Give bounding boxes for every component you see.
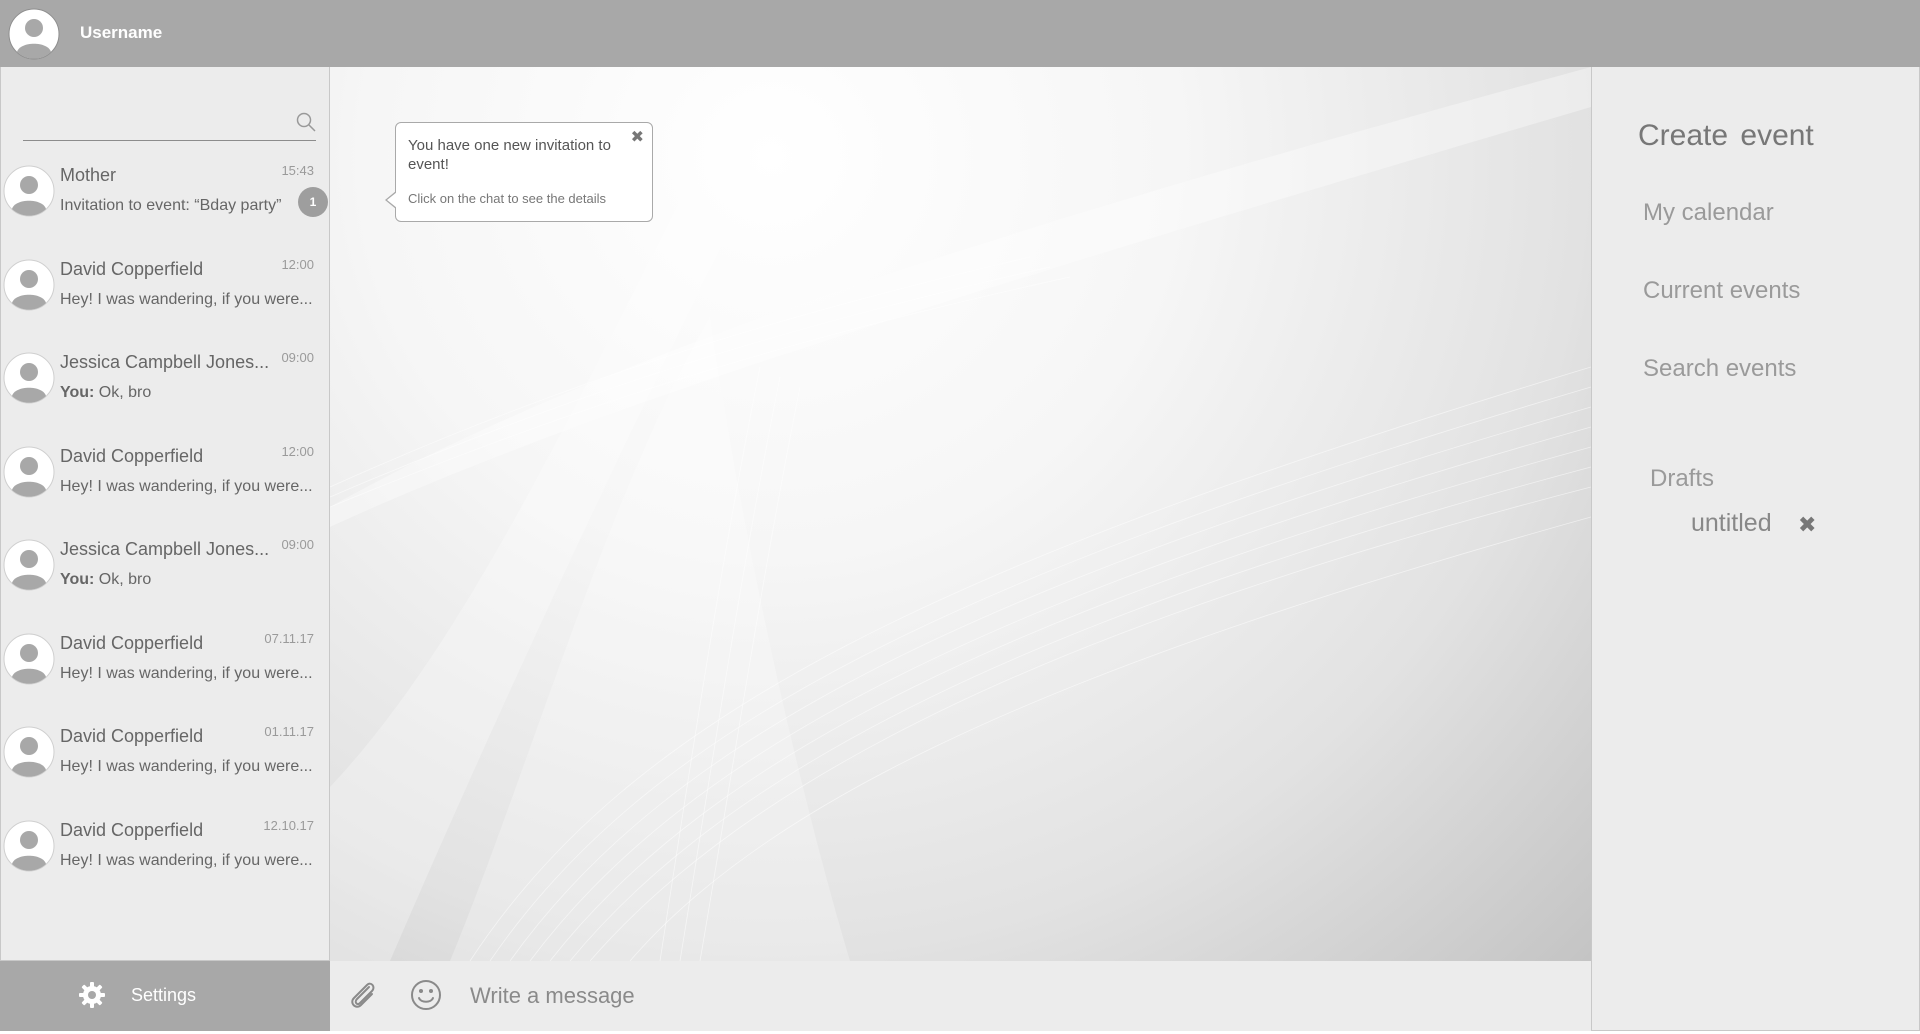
chat-preview-text: Hey! I was wandering, if you were... [60, 290, 313, 308]
my-calendar-link[interactable]: My calendar [1643, 199, 1774, 227]
chat-list: Mother 15:43 Invitation to event: “Bday pa… [1, 157, 329, 905]
chat-preview: You: Ok, bro [60, 571, 151, 589]
create-event-button[interactable]: Create event [1638, 119, 1814, 153]
search-events-link[interactable]: Search events [1643, 355, 1796, 383]
unread-badge: 1 [298, 187, 328, 217]
chat-contact-name: David Copperfield [60, 819, 204, 840]
chat-contact-name: David Copperfield [60, 258, 204, 279]
chat-preview-text: Hey! I was wandering, if you were... [60, 758, 313, 775]
chat-preview-prefix: You: [60, 384, 95, 401]
chat-preview-text: Hey! I was wandering, if you were... [60, 851, 313, 869]
chat-preview: Hey! I was wandering, if you were... [60, 665, 313, 683]
search-field[interactable] [23, 103, 316, 141]
paperclip-icon[interactable] [347, 978, 379, 1012]
tooltip-tail-fill [387, 192, 397, 208]
search-icon[interactable] [295, 111, 317, 133]
settings-button[interactable]: Settings [0, 961, 330, 1031]
contact-avatar [3, 446, 55, 497]
user-avatar[interactable] [8, 8, 60, 60]
contact-avatar [3, 165, 55, 217]
drafts-heading: Drafts [1650, 465, 1715, 492]
chat-preview: Invitation to event: “Bday party” [60, 197, 281, 215]
chat-list-item[interactable]: David Copperfield 12.10.17 Hey! I was wand… [1, 812, 329, 906]
chat-time: 12:00 [281, 443, 314, 459]
chat-list-item[interactable]: Jessica Campbell Jones... 09:00 You: Ok, b… [1, 344, 329, 438]
chat-preview-text: Hey! I was wandering, if you were... [60, 477, 313, 495]
chat-list-item[interactable]: David Copperfield 01.11.17 Hey! I was wand… [1, 718, 329, 812]
chat-time: 12.10.17 [263, 817, 314, 833]
chat-preview-text: Ok, bro [94, 571, 152, 588]
contact-avatar [3, 726, 55, 778]
chat-sidebar: Mother 15:43 Invitation to event: “Bday pa… [0, 67, 330, 961]
events-panel: Create event My calendar Current events … [1591, 67, 1920, 1031]
chat-preview-text: Hey! I was wandering, if you were... [60, 664, 313, 682]
chat-time: 09:00 [281, 537, 314, 552]
chat-time: 12:00 [281, 256, 314, 272]
chat-preview: Hey! I was wandering, if you were... [60, 758, 313, 776]
smiley-icon[interactable] [410, 979, 442, 1011]
chat-time: 09:00 [281, 350, 314, 365]
chat-contact-name: David Copperfield [60, 445, 204, 466]
chat-preview: Hey! I was wandering, if you were... [60, 291, 313, 309]
chat-preview-text: Ok, bro [94, 384, 152, 401]
chat-time: 15:43 [281, 163, 314, 178]
chat-preview-prefix: You: [60, 571, 95, 588]
contact-avatar [3, 820, 55, 871]
chat-preview: You: Ok, bro [60, 384, 151, 402]
chat-time: 07.11.17 [264, 630, 314, 646]
close-icon[interactable]: ✖ [631, 127, 644, 147]
chat-time: 01.11.17 [264, 724, 314, 739]
chat-list-item[interactable]: David Copperfield 12:00 Hey! I was wanderi… [1, 251, 329, 345]
chat-contact-name: David Copperfield [60, 632, 204, 653]
contact-avatar [3, 352, 55, 404]
username[interactable]: Username [80, 23, 162, 43]
current-events-link[interactable]: Current events [1643, 277, 1800, 305]
chat-area: You have one new invitation to event! Cl… [330, 67, 1591, 961]
chat-list-item[interactable]: David Copperfield 12:00 Hey! I was wanderi… [1, 438, 329, 532]
notification-hint: Click on the chat to see the details [408, 191, 607, 206]
settings-label: Settings [131, 985, 197, 1005]
chat-list-item[interactable]: Jessica Campbell Jones... 09:00 You: Ok, b… [1, 531, 329, 625]
chat-preview: Hey! I was wandering, if you were... [60, 852, 313, 870]
chat-list-item[interactable]: David Copperfield 07.11.17 Hey! I was wand… [1, 625, 329, 719]
top-bar: Username [0, 0, 1920, 67]
gear-icon [79, 982, 105, 1008]
chat-contact-name: Jessica Campbell Jones... [60, 352, 270, 372]
contact-avatar [3, 259, 55, 310]
chat-contact-name: Jessica Campbell Jones... [60, 539, 270, 559]
delete-draft-icon[interactable]: ✖ [1798, 512, 1816, 538]
message-input[interactable] [470, 979, 1370, 1013]
draft-item[interactable]: untitled [1691, 509, 1772, 538]
chat-preview-text: Invitation to event: “Bday party” [60, 197, 282, 214]
chat-preview: Hey! I was wandering, if you were... [60, 478, 313, 496]
contact-avatar [3, 539, 55, 591]
contact-avatar [3, 633, 55, 684]
chat-contact-name: Mother [60, 165, 117, 185]
message-composer [330, 961, 1591, 1031]
invitation-notification: You have one new invitation to event! Cl… [385, 122, 653, 222]
chat-contact-name: David Copperfield [60, 726, 204, 746]
chat-list-item[interactable]: Mother 15:43 Invitation to event: “Bday pa… [1, 157, 329, 251]
notification-title: You have one new invitation to event! [408, 137, 611, 173]
